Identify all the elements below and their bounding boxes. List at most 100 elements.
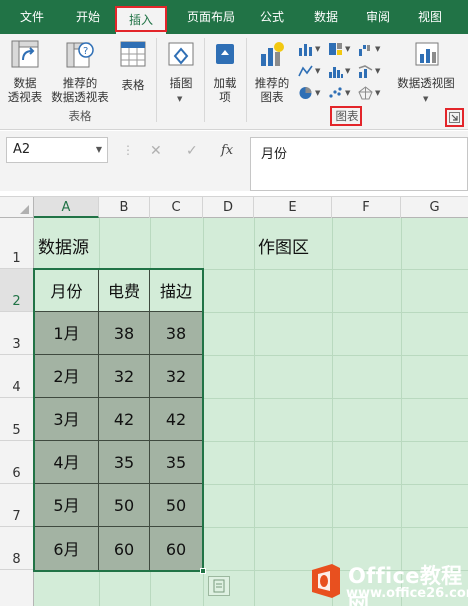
row-header-8[interactable]: 8 <box>0 527 33 570</box>
chevron-down-icon: ▼ <box>375 89 381 97</box>
column-header-g[interactable]: G <box>401 197 468 218</box>
watermark-logo: Office教程网 www.office26.com <box>302 558 468 606</box>
table-row-electricity[interactable]: 38 <box>98 311 150 355</box>
ribbon-separator <box>246 38 247 122</box>
table-button[interactable]: 表格 <box>116 40 150 104</box>
table-header-month[interactable]: 月份 <box>34 269 99 312</box>
pivot-chart-button[interactable]: 数据透视图 ▼ <box>390 40 462 104</box>
row-header-4[interactable]: 4 <box>0 355 33 398</box>
hierarchy-chart-icon[interactable] <box>328 42 343 56</box>
column-header-b[interactable]: B <box>99 197 150 218</box>
ribbon-tab-bar: 文件 开始 插入 页面布局 公式 数据 审阅 视图 <box>0 0 468 34</box>
table-icon <box>120 41 146 67</box>
column-header-f[interactable]: F <box>332 197 401 218</box>
table-row-month[interactable]: 1月 <box>34 311 99 355</box>
office-logo-icon <box>312 564 340 598</box>
name-box-value: A2 <box>13 142 31 157</box>
chevron-down-icon: ▼ <box>423 95 429 103</box>
chevron-down-icon: ▼ <box>345 67 351 75</box>
table-row-month[interactable]: 6月 <box>34 526 99 571</box>
column-header-d[interactable]: D <box>203 197 254 218</box>
column-header-e[interactable]: E <box>254 197 332 218</box>
row-header-3[interactable]: 3 <box>0 312 33 355</box>
table-row-electricity[interactable]: 42 <box>98 397 150 441</box>
table-row-electricity[interactable]: 32 <box>98 354 150 398</box>
addins-icon <box>216 44 234 64</box>
tab-insert[interactable]: 插入 <box>116 6 166 34</box>
fill-handle[interactable] <box>200 568 206 574</box>
table-row-month[interactable]: 4月 <box>34 440 99 484</box>
tab-formulas[interactable]: 公式 <box>250 0 294 34</box>
tab-view[interactable]: 视图 <box>408 0 452 34</box>
recommended-charts-label: 推荐的 图表 <box>254 76 290 104</box>
table-row-outline[interactable]: 32 <box>149 354 203 398</box>
row-header-2[interactable]: 2 <box>0 269 33 312</box>
chevron-down-icon: ▼ <box>345 89 351 97</box>
combo-chart-icon[interactable] <box>358 64 373 78</box>
pie-chart-icon[interactable] <box>298 86 313 100</box>
formula-bar: A2 ▼ ⋮ ✕ ✓ fx 月份 <box>0 131 468 191</box>
ribbon-insert: 数据 透视表 ? 推荐的 数据透视表 表格 表格 插图 ▼ 加载 项 推荐的 图… <box>0 34 468 130</box>
row-header-1[interactable]: 1 <box>0 218 33 269</box>
illustrations-button[interactable]: 插图 ▼ <box>162 40 200 104</box>
pivot-table-icon <box>11 40 39 68</box>
table-row-outline[interactable]: 35 <box>149 440 203 484</box>
tab-data[interactable]: 数据 <box>304 0 348 34</box>
column-chart-icon[interactable] <box>298 42 313 56</box>
table-header-outline[interactable]: 描边 <box>149 269 203 312</box>
recommended-pivot-icon: ? <box>66 42 94 68</box>
pivot-table-button[interactable]: 数据 透视表 <box>4 40 46 104</box>
name-box[interactable]: A2 ▼ <box>6 137 108 163</box>
chevron-down-icon: ▼ <box>375 45 381 53</box>
row-header-6[interactable]: 6 <box>0 441 33 484</box>
recommended-pivot-table-button[interactable]: ? 推荐的 数据透视表 <box>48 40 112 104</box>
column-headers: A B C D E F G <box>0 196 468 218</box>
column-header-a[interactable]: A <box>34 197 99 218</box>
cell-a1-data-source[interactable]: 数据源 <box>38 233 89 258</box>
tab-page-layout[interactable]: 页面布局 <box>176 0 246 34</box>
waterfall-chart-icon[interactable] <box>358 42 373 56</box>
quick-analysis-button[interactable] <box>208 576 230 596</box>
drag-handle-icon[interactable]: ⋮ <box>122 143 134 157</box>
insert-function-icon[interactable]: fx <box>221 143 233 158</box>
table-row-month[interactable]: 2月 <box>34 354 99 398</box>
statistic-chart-icon[interactable] <box>328 64 343 78</box>
table-row-electricity[interactable]: 50 <box>98 483 150 527</box>
scatter-chart-icon[interactable] <box>328 86 343 100</box>
line-chart-icon[interactable] <box>298 64 313 78</box>
addins-button[interactable]: 加载 项 <box>208 40 242 104</box>
tab-home[interactable]: 开始 <box>64 0 112 34</box>
charts-dialog-launcher-icon[interactable] <box>449 112 460 123</box>
formula-input[interactable]: 月份 <box>250 137 468 191</box>
recommended-charts-button[interactable]: 推荐的 图表 <box>250 40 294 104</box>
chevron-down-icon: ▼ <box>315 45 321 53</box>
row-header-5[interactable]: 5 <box>0 398 33 441</box>
charts-group-label: 图表 <box>335 109 359 123</box>
table-row-month[interactable]: 3月 <box>34 397 99 441</box>
table-header-electricity[interactable]: 电费 <box>98 269 150 312</box>
radar-chart-icon[interactable] <box>358 86 373 100</box>
table-row-electricity[interactable]: 35 <box>98 440 150 484</box>
cancel-icon[interactable]: ✕ <box>150 143 162 159</box>
table-row-outline[interactable]: 38 <box>149 311 203 355</box>
table-row-outline[interactable]: 50 <box>149 483 203 527</box>
chevron-down-icon: ▼ <box>345 45 351 53</box>
chevron-down-icon: ▼ <box>95 145 102 154</box>
enter-check-icon[interactable]: ✓ <box>186 143 198 159</box>
select-all-button[interactable] <box>0 197 34 218</box>
cell-e1-chart-area[interactable]: 作图区 <box>258 233 309 258</box>
row-header-7[interactable]: 7 <box>0 484 33 527</box>
svg-text:?: ? <box>83 46 88 57</box>
addins-label: 加载 项 <box>213 76 237 104</box>
column-header-c[interactable]: C <box>150 197 203 218</box>
table-row-electricity[interactable]: 60 <box>98 526 150 571</box>
tab-review[interactable]: 审阅 <box>356 0 400 34</box>
pivot-chart-icon <box>415 42 439 66</box>
pivot-table-label: 数据 透视表 <box>7 76 43 104</box>
chevron-down-icon: ▼ <box>315 67 321 75</box>
table-row-outline[interactable]: 60 <box>149 526 203 571</box>
tab-file[interactable]: 文件 <box>10 0 54 34</box>
table-row-outline[interactable]: 42 <box>149 397 203 441</box>
watermark-url: www.office26.com <box>346 586 468 601</box>
table-row-month[interactable]: 5月 <box>34 483 99 527</box>
